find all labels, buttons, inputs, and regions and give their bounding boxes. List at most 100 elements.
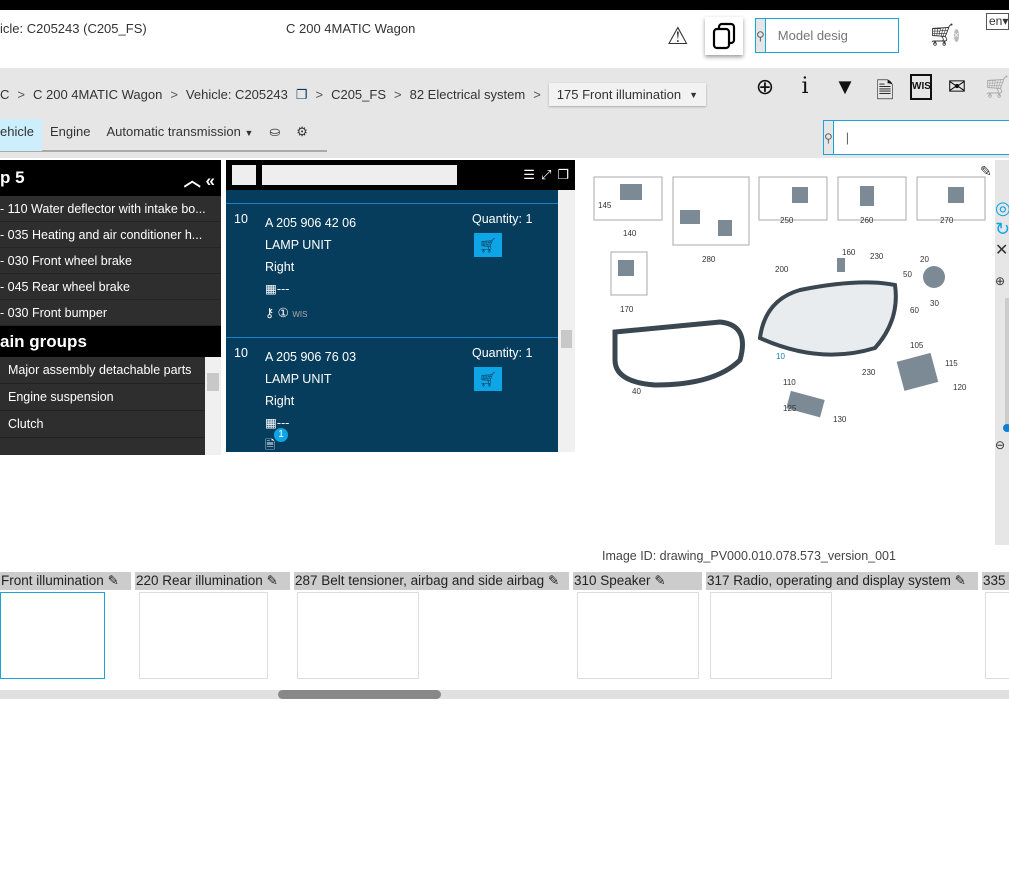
callout-label[interactable]: 270 [940, 216, 954, 225]
main-group-item[interactable]: Major assembly detachable parts [0, 357, 205, 384]
callout-label[interactable]: 260 [860, 216, 874, 225]
model-search-input[interactable] [765, 28, 954, 43]
horizontal-scrollbar[interactable] [0, 690, 1009, 699]
breadcrumb-item[interactable]: C [0, 87, 9, 102]
callout-label[interactable]: 115 [945, 359, 958, 368]
footnote-1-icon[interactable]: ① [278, 306, 289, 320]
part-number[interactable]: A 205 906 42 06 [265, 212, 356, 234]
language-select[interactable]: en▾ [986, 13, 1009, 30]
callout-label[interactable]: 30 [930, 299, 939, 308]
add-to-cart-button[interactable]: 🛒︎ [474, 233, 502, 257]
callout-label[interactable]: 230 [862, 368, 876, 377]
wis-icon[interactable]: WIS [910, 74, 932, 100]
main-group-item[interactable]: Engine suspension [0, 384, 205, 411]
callout-label[interactable]: 170 [620, 305, 634, 314]
callout-label[interactable]: 200 [775, 265, 789, 274]
breadcrumb-item[interactable]: 82 Electrical system [410, 87, 526, 102]
table-icon[interactable]: ▦ [265, 282, 277, 296]
callout-label[interactable]: 280 [702, 255, 716, 264]
breadcrumb-item[interactable]: C205_FS [331, 87, 386, 102]
parts-search-input[interactable] [833, 130, 1009, 145]
document-icon[interactable]: 🗎 [265, 438, 275, 452]
paint-icon[interactable]: ⛀ [261, 119, 288, 151]
edit-icon[interactable]: ✎ [654, 573, 665, 588]
recent-item[interactable]: - 035 Heating and air conditioner h... [0, 222, 221, 248]
thumbnail[interactable] [297, 592, 419, 679]
strip-tab[interactable]: Front illumination ✎ [0, 572, 131, 590]
strip-tab[interactable]: 310 Speaker ✎ [573, 572, 702, 590]
callout-label[interactable]: 40 [632, 387, 641, 396]
callout-label[interactable]: 60 [910, 306, 919, 315]
recent-item[interactable]: - 045 Rear wheel brake [0, 274, 221, 300]
callout-label[interactable]: 120 [953, 383, 967, 392]
zoom-in-icon[interactable]: ⊕ [750, 74, 780, 112]
crossed-out-icon[interactable]: ✕ [995, 240, 1009, 260]
popout-icon[interactable]: ❐ [557, 167, 569, 183]
callout-label[interactable]: 160 [842, 248, 856, 257]
part-row[interactable]: 10 A 205 906 42 06 LAMP UNIT Right ▦--- … [226, 203, 558, 337]
callout-label[interactable]: 130 [833, 415, 847, 424]
breadcrumb-item[interactable]: Vehicle: C205243 [186, 87, 288, 102]
recent-item[interactable]: - 030 Front bumper [0, 300, 221, 326]
main-group-item[interactable]: Clutch [0, 411, 205, 438]
thumbnail[interactable] [577, 592, 699, 679]
parts-filter-input[interactable] [262, 165, 457, 185]
strip-tab[interactable]: 220 Rear illumination ✎ [135, 572, 290, 590]
parts-search[interactable]: ⚲ × [823, 120, 1009, 155]
tab-vehicle[interactable]: ehicle [0, 119, 42, 151]
edit-icon[interactable]: ✎ [267, 573, 278, 588]
thumbnail[interactable] [139, 592, 268, 679]
thumbnail-selected[interactable] [0, 592, 105, 679]
scrollbar[interactable] [205, 357, 221, 455]
tab-transmission[interactable]: Automatic transmission ▼ [98, 119, 261, 151]
filter-icon[interactable]: ▼ [830, 74, 860, 112]
info-icon[interactable]: i [790, 74, 820, 112]
cart-icon[interactable]: 🛒︎ [928, 22, 956, 48]
thumbnail[interactable] [710, 592, 832, 679]
warning-icon[interactable]: ⚠ [667, 22, 689, 51]
double-chevron-left-icon[interactable]: « [206, 171, 215, 190]
screw-icon[interactable]: ⚙ [288, 119, 316, 151]
callout-label[interactable]: 110 [783, 378, 796, 387]
edit-icon[interactable]: ✎ [108, 573, 119, 588]
callout-label[interactable]: 125 [783, 404, 797, 413]
breadcrumb-item[interactable]: C 200 4MATIC Wagon [33, 87, 162, 102]
zoom-minus-icon[interactable]: ⊖ [995, 438, 1009, 452]
recent-item[interactable]: - 030 Front wheel brake [0, 248, 221, 274]
part-row[interactable]: 10 A 205 906 76 03 LAMP UNIT Right ▦--- … [226, 337, 558, 452]
callout-label[interactable]: 105 [910, 341, 924, 350]
wis-doc-icon[interactable]: WIS [292, 310, 307, 319]
recent-item[interactable]: - 110 Water deflector with intake bo... [0, 196, 221, 222]
edit-icon[interactable]: ✎ [980, 163, 992, 180]
strip-tab[interactable]: 287 Belt tensioner, airbag and side airb… [294, 572, 569, 590]
spiral-icon[interactable]: ◎ [995, 198, 1009, 219]
mail-edit-icon[interactable]: ✉ [942, 74, 972, 112]
subgroup-dropdown[interactable]: 175 Front illumination ▼ [548, 83, 706, 106]
list-icon[interactable]: ☰ [523, 167, 535, 183]
callout-label[interactable]: 10 [776, 352, 785, 361]
document-alert-icon[interactable]: 🗎 [870, 74, 900, 112]
table-icon[interactable]: ▦ [265, 416, 277, 430]
callout-label[interactable]: 250 [780, 216, 794, 225]
add-to-cart-button[interactable]: 🛒︎ [474, 367, 502, 391]
callout-label[interactable]: 20 [920, 255, 929, 264]
edit-icon[interactable]: ✎ [955, 573, 966, 588]
rotate-icon[interactable]: ↻ [995, 219, 1009, 240]
strip-tab[interactable]: 335 [982, 572, 1009, 590]
callout-label[interactable]: 230 [870, 252, 884, 261]
parts-diagram[interactable]: 145 140 280 250 260 270 170 200 160 230 20 50 30 60 10… [580, 160, 995, 545]
select-all-box[interactable] [232, 165, 256, 185]
scrollbar[interactable] [558, 190, 575, 452]
chevron-up-icon[interactable]: ︿ [184, 171, 201, 190]
part-number[interactable]: A 205 906 76 03 [265, 346, 356, 368]
tab-engine[interactable]: Engine [42, 119, 98, 151]
callout-label[interactable]: 140 [623, 229, 637, 238]
edit-icon[interactable]: ✎ [548, 573, 559, 588]
callout-label[interactable]: 145 [598, 201, 612, 210]
expand-icon[interactable]: ⤢ [541, 167, 551, 183]
key-icon[interactable]: ⚷ [265, 306, 274, 320]
cart-list-icon[interactable]: 🛒︎ [982, 74, 1009, 112]
zoom-slider[interactable] [1003, 298, 1009, 432]
copy-vin-icon[interactable]: ❐ [296, 87, 308, 103]
zoom-plus-icon[interactable]: ⊕ [995, 274, 1009, 288]
